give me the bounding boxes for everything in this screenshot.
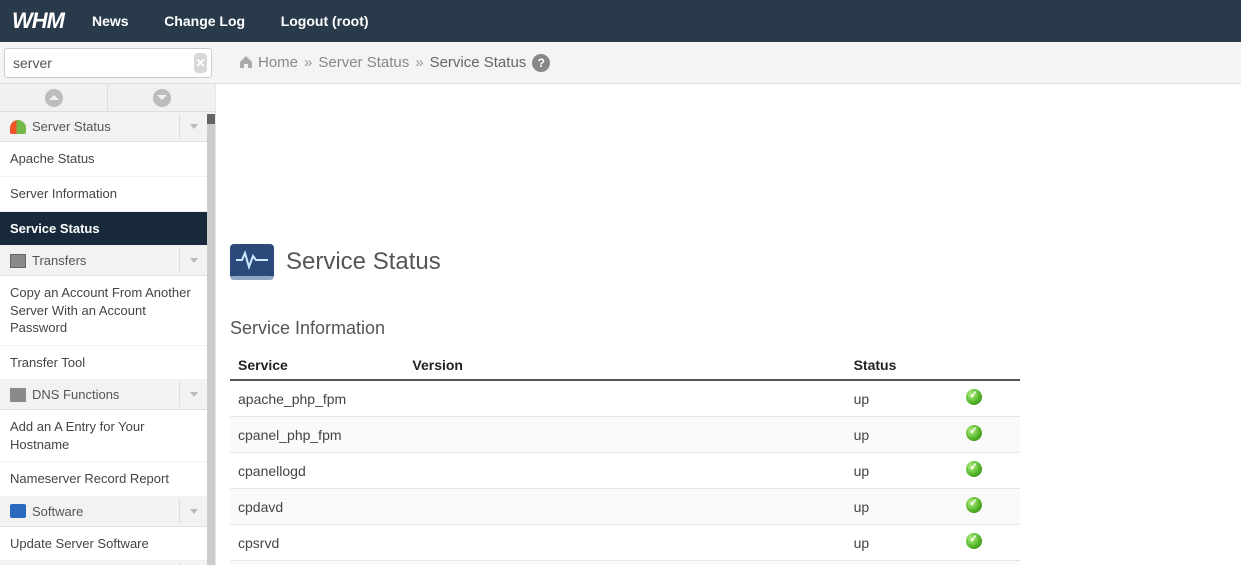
col-status[interactable]: Status: [846, 351, 959, 380]
sidebar-category[interactable]: DNS Functions: [0, 380, 215, 410]
cell-status-indicator: [958, 489, 1020, 525]
main-content: Service Status Service Information Servi…: [216, 84, 1241, 565]
service-status-icon: [230, 244, 274, 280]
status-ok-icon: [966, 389, 982, 405]
breadcrumb-sep: »: [409, 54, 429, 71]
clear-search-icon[interactable]: ✕: [194, 53, 207, 73]
status-ok-icon: [966, 425, 982, 441]
chevron-down-icon: [183, 258, 205, 263]
search-breadcrumb-row: ✕ Home » Server Status » Service Status …: [0, 42, 1241, 84]
status-ok-icon: [966, 497, 982, 513]
breadcrumb: Home » Server Status » Service Status ?: [216, 54, 550, 72]
sidebar-item[interactable]: Update Server Software: [0, 527, 215, 562]
service-table: Service Version Status apache_php_fpmupc…: [230, 351, 1020, 565]
sidebar-next-button[interactable]: [108, 84, 215, 111]
search-input[interactable]: [13, 55, 194, 71]
cell-version: [404, 525, 845, 561]
cell-service: cpdavd: [230, 489, 404, 525]
cell-status-indicator: [958, 453, 1020, 489]
cell-service: cpanel_php_fpm: [230, 417, 404, 453]
sidebar-list: Server Status Apache StatusServer Informa…: [0, 112, 215, 565]
nav-logout[interactable]: Logout (root): [265, 13, 385, 29]
sidebar-item[interactable]: Apache Status: [0, 142, 215, 177]
cell-status: up: [846, 453, 959, 489]
sidebar-category[interactable]: Transfers: [0, 246, 215, 276]
sidebar-nav-arrows: [0, 84, 215, 112]
sidebar: Server Status Apache StatusServer Informa…: [0, 84, 216, 565]
cell-status-indicator: [958, 417, 1020, 453]
category-label: Server Status: [32, 119, 111, 134]
category-icon: [10, 254, 26, 268]
breadcrumb-current: Service Status: [430, 54, 527, 71]
breadcrumb-home[interactable]: Home: [258, 54, 298, 71]
category-label: DNS Functions: [32, 387, 119, 402]
chevron-down-icon: [183, 509, 205, 514]
sidebar-item[interactable]: Service Status: [0, 212, 215, 247]
topbar: WHM News Change Log Logout (root): [0, 0, 1241, 42]
sidebar-category[interactable]: Software: [0, 497, 215, 527]
cell-version: [404, 417, 845, 453]
cell-service: cpsrvd: [230, 525, 404, 561]
cell-version: [404, 489, 845, 525]
sidebar-prev-button[interactable]: [0, 84, 108, 111]
cell-version: [404, 453, 845, 489]
cell-status: up: [846, 525, 959, 561]
sidebar-item[interactable]: Add an A Entry for Your Hostname: [0, 410, 215, 462]
sidebar-item[interactable]: Nameserver Record Report: [0, 462, 215, 497]
category-label: Software: [32, 504, 83, 519]
table-row: apache_php_fpm up: [230, 380, 1020, 417]
sidebar-item[interactable]: Server Information: [0, 177, 215, 212]
col-service[interactable]: Service: [230, 351, 404, 380]
cell-status: up: [846, 380, 959, 417]
chevron-down-icon: [183, 392, 205, 397]
cell-status-indicator: [958, 380, 1020, 417]
sidebar-category[interactable]: Server Status: [0, 112, 215, 142]
breadcrumb-server-status[interactable]: Server Status: [318, 54, 409, 71]
sidebar-item[interactable]: Transfer Tool: [0, 346, 215, 381]
sidebar-item[interactable]: Copy an Account From Another Server With…: [0, 276, 215, 346]
sidebar-scrollbar[interactable]: [207, 114, 215, 565]
search-box: ✕: [4, 48, 212, 78]
cell-version: [404, 380, 845, 417]
cell-service: crond: [230, 561, 404, 565]
home-icon: [238, 55, 254, 73]
col-version[interactable]: Version: [404, 351, 845, 380]
page-title: Service Status: [286, 248, 441, 276]
cell-status: up: [846, 489, 959, 525]
section-title: Service Information: [230, 318, 1227, 339]
status-ok-icon: [966, 533, 982, 549]
cell-status: up: [846, 561, 959, 565]
help-icon[interactable]: ?: [532, 54, 550, 72]
top-nav: News Change Log Logout (root): [76, 13, 385, 29]
category-icon: [10, 388, 26, 402]
cell-version: [404, 561, 845, 565]
table-row: crond up: [230, 561, 1020, 565]
sidebar-category[interactable]: System Health: [0, 561, 215, 565]
page-header: Service Status: [230, 244, 1227, 280]
category-icon: [10, 504, 26, 518]
cell-status-indicator: [958, 561, 1020, 565]
table-row: cpdavd up: [230, 489, 1020, 525]
breadcrumb-sep: »: [298, 54, 318, 71]
brand-logo: WHM: [8, 10, 76, 32]
table-row: cpanel_php_fpm up: [230, 417, 1020, 453]
category-label: Transfers: [32, 253, 86, 268]
nav-changelog[interactable]: Change Log: [148, 13, 261, 29]
cell-status-indicator: [958, 525, 1020, 561]
category-icon: [10, 120, 26, 134]
chevron-down-icon: [183, 124, 205, 129]
table-row: cpsrvd up: [230, 525, 1020, 561]
status-ok-icon: [966, 461, 982, 477]
cell-status: up: [846, 417, 959, 453]
nav-news[interactable]: News: [76, 13, 145, 29]
cell-service: cpanellogd: [230, 453, 404, 489]
table-row: cpanellogd up: [230, 453, 1020, 489]
cell-service: apache_php_fpm: [230, 380, 404, 417]
